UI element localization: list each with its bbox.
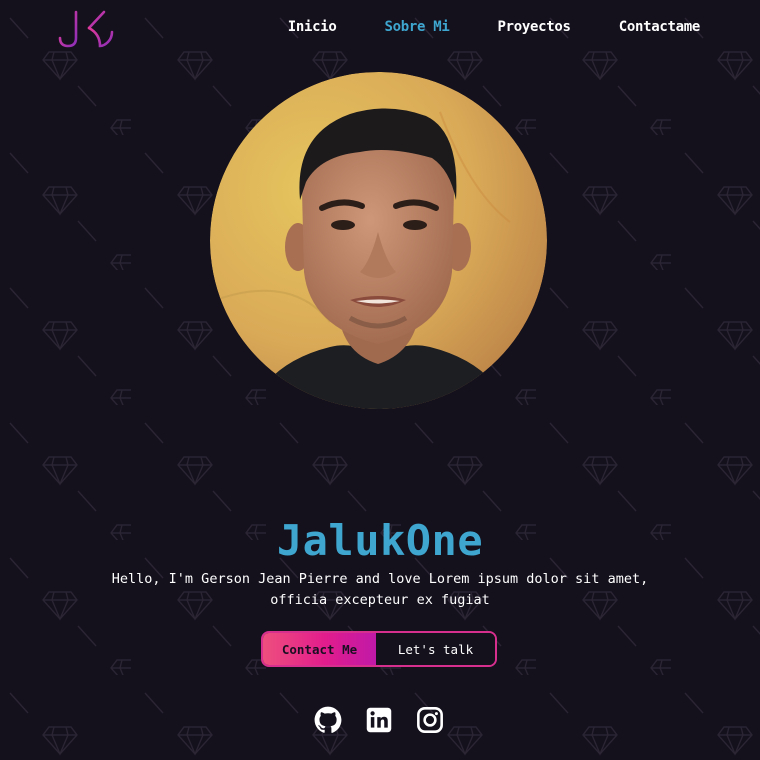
top-navigation: Inicio Sobre Mi Proyectos Contactame (0, 0, 760, 60)
hero-name: JalukOne (276, 516, 484, 566)
cta-button-group: Contact Me Let's talk (261, 631, 497, 667)
hero-bio: Hello, I'm Gerson Jean Pierre and love L… (100, 569, 660, 611)
contact-me-button[interactable]: Contact Me (263, 633, 376, 665)
instagram-icon[interactable] (416, 706, 444, 734)
nav-link-sobre-mi[interactable]: Sobre Mi (385, 19, 450, 35)
social-links (314, 706, 444, 734)
jk-logo[interactable] (56, 8, 116, 50)
linkedin-icon[interactable] (365, 706, 393, 734)
nav-links: Inicio Sobre Mi Proyectos Contactame (288, 19, 701, 35)
nav-link-proyectos[interactable]: Proyectos (498, 19, 571, 35)
profile-avatar (210, 72, 547, 409)
nav-link-contactame[interactable]: Contactame (619, 19, 701, 35)
nav-link-inicio[interactable]: Inicio (288, 19, 337, 35)
lets-talk-button[interactable]: Let's talk (376, 633, 495, 665)
bio-line-1: Hello, I'm Gerson Jean Pierre and love L… (111, 571, 649, 587)
github-icon[interactable] (314, 706, 342, 734)
bio-line-2: officia excepteur ex fugiat (270, 592, 490, 608)
